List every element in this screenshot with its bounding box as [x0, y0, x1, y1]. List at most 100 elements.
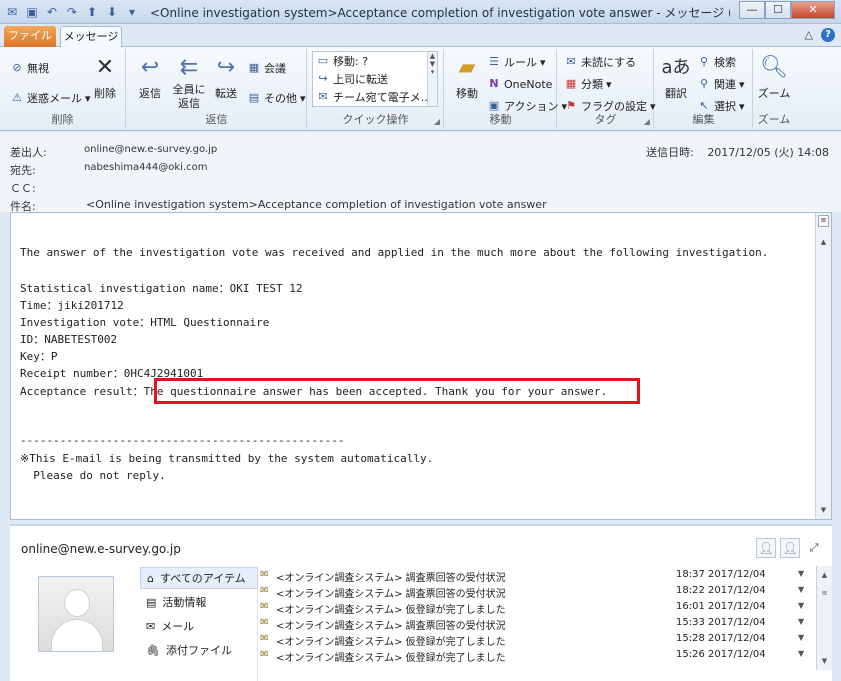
nav-attachments[interactable]: 🖇︎ 添付ファイル	[140, 639, 258, 661]
body-scrollbar[interactable]: ≡ ▲ ▼	[815, 213, 831, 519]
window-controls: — ☐ ✕	[739, 1, 835, 19]
chevron-down-icon[interactable]: ▼	[798, 601, 804, 610]
title-bar: ✉ ▣ ↶ ↷ ⬆ ⬇ ▾ <Online investigation syst…	[0, 0, 841, 24]
list-item[interactable]: ✉ <オンライン調査システム> 調査票回答の受付状況 18:37 2017/12…	[260, 568, 812, 584]
expand-icon[interactable]: ⤢	[804, 541, 824, 555]
sent-value: 2017/12/05 (火) 14:08	[707, 146, 829, 159]
quick-team-email[interactable]: ✉ チーム宛て電子メ…	[316, 88, 431, 106]
scroll-thumb-icon[interactable]: ≡	[817, 586, 832, 600]
mail-list-scrollbar[interactable]: ▲ ≡ ▼	[816, 566, 832, 670]
find-button[interactable]: ⚲ 検索	[697, 53, 736, 71]
to-label: 宛先:	[10, 164, 36, 177]
chevron-down-icon: ▾	[540, 55, 546, 69]
down-arrow-icon[interactable]: ⬇	[104, 4, 120, 20]
message-body[interactable]: The answer of the investigation vote was…	[10, 212, 832, 520]
chevron-down-icon[interactable]: ▼	[798, 649, 804, 658]
people-nav: ⌂ すべてのアイテム ▤ 活動情報 ✉ メール 🖇︎ 添付ファイル	[140, 566, 258, 681]
chevron-down-icon[interactable]: ▼	[798, 617, 804, 626]
group-quick-steps: ▭ 移動: ? ↪ 上司に転送 ✉ チーム宛て電子メ… ▲ ▼ ▾ クイック操作 ◢	[308, 49, 444, 129]
meeting-button[interactable]: ▦ 会議	[247, 59, 286, 77]
nav-all-items[interactable]: ⌂ すべてのアイテム	[140, 567, 258, 589]
list-item[interactable]: ✉ <オンライン調査システム> 仮登録が完了しました 16:01 2017/12…	[260, 600, 812, 616]
rules-icon: ☰	[489, 55, 499, 68]
up-arrow-icon[interactable]: ⬆	[84, 4, 100, 20]
sent-date: 送信日時: 2017/12/05 (火) 14:08	[646, 144, 829, 160]
save-icon[interactable]: ▣	[24, 4, 40, 20]
categorize-button[interactable]: ▦ 分類 ▾	[564, 75, 612, 93]
ribbon-controls: △ ?	[805, 28, 835, 42]
delete-button[interactable]: ✕ 削除	[88, 53, 122, 101]
chevron-down-icon[interactable]: ▼	[798, 633, 804, 642]
avatar	[38, 576, 114, 652]
list-item[interactable]: ✉ <オンライン調査システム> 調査票回答の受付状況 18:22 2017/12…	[260, 584, 812, 600]
mark-unread-button[interactable]: ✉ 未読にする	[564, 53, 636, 71]
message-body-text: The answer of the investigation vote was…	[20, 213, 815, 519]
scroll-down-icon[interactable]: ▼	[817, 654, 832, 668]
contact-email[interactable]: online@new.e-survey.go.jp	[21, 542, 181, 556]
quick-steps-scroll[interactable]: ▲ ▼ ▾	[427, 52, 437, 106]
zoom-button[interactable]: 🔍︎ ズーム	[756, 53, 792, 101]
onenote-button[interactable]: N OneNote	[487, 75, 552, 93]
onenote-icon: N	[489, 77, 499, 90]
group-move: ▰ 移動 ☰ ルール ▾ N OneNote ▣ アクション ▾ 移動	[445, 49, 567, 129]
to-address[interactable]: nabeshima444@oki.com	[84, 162, 207, 173]
group-label-delete: 削除	[51, 113, 74, 126]
envelope-icon: ✉	[260, 569, 269, 580]
body-line: ----------------------------------------…	[20, 434, 345, 447]
group-tags: ✉ 未読にする ▦ 分類 ▾ ⚑ フラグの設定 ▾ タグ ◢	[558, 49, 656, 129]
minimize-button[interactable]: —	[739, 1, 765, 19]
related-button[interactable]: ⚲ 関連 ▾	[697, 75, 745, 93]
customize-icon[interactable]: ▾	[124, 4, 140, 20]
list-item[interactable]: ✉ <オンライン調査システム> 仮登録が完了しました 15:26 2017/12…	[260, 648, 812, 664]
list-item[interactable]: ✉ <オンライン調査システム> 仮登録が完了しました 15:28 2017/12…	[260, 632, 812, 648]
tab-file[interactable]: ファイル	[4, 26, 56, 47]
scroll-up-icon[interactable]: ▲	[817, 568, 832, 582]
dialog-launcher-icon[interactable]: ◢	[644, 117, 650, 126]
scroll-up-icon[interactable]: ▲	[816, 235, 831, 249]
more-reply-button[interactable]: ▤ その他 ▾	[247, 89, 306, 107]
ignore-icon: ⊘	[12, 61, 22, 74]
dialog-launcher-icon[interactable]: ◢	[434, 117, 440, 126]
tab-message[interactable]: メッセージ	[60, 26, 122, 47]
group-label-tags: タグ	[594, 113, 617, 126]
quick-move-to[interactable]: ▭ 移動: ?	[316, 52, 368, 70]
unread-icon: ✉	[566, 55, 576, 68]
move-button[interactable]: ▰ 移動	[449, 53, 485, 101]
junk-button[interactable]: ⚠ 迷惑メール ▾	[10, 89, 90, 107]
chevron-down-icon: ▾	[606, 77, 612, 91]
ignore-button[interactable]: ⊘ 無視	[10, 59, 49, 77]
subject-text: <Online investigation system>Acceptance …	[86, 198, 547, 211]
group-delete: ⊘ 無視 ⚠ 迷惑メール ▾ ✕ 削除 削除	[0, 49, 126, 129]
forward-button[interactable]: ↪ 転送	[209, 53, 243, 101]
reply-button[interactable]: ↩ 返信	[133, 53, 167, 101]
quick-steps-gallery: ▭ 移動: ? ↪ 上司に転送 ✉ チーム宛て電子メ… ▲ ▼ ▾	[312, 51, 438, 107]
mail-list: ✉ <オンライン調査システム> 調査票回答の受付状況 18:37 2017/12…	[260, 566, 812, 681]
rules-button[interactable]: ☰ ルール ▾	[487, 53, 546, 71]
quick-to-manager[interactable]: ↪ 上司に転送	[316, 70, 388, 88]
list-item[interactable]: ✉ <オンライン調査システム> 調査票回答の受付状況 15:33 2017/12…	[260, 616, 812, 632]
collapse-ribbon-icon[interactable]: △	[805, 28, 813, 42]
translate-button[interactable]: aあ 翻訳	[659, 53, 693, 101]
folder-move-icon: ▰	[458, 55, 476, 80]
reply-icon: ↩	[140, 55, 160, 80]
chevron-down-icon[interactable]: ▼	[798, 585, 804, 594]
body-line: ID：NABETEST002	[20, 333, 118, 346]
reply-all-button[interactable]: ⇇ 全員に 返信	[169, 53, 209, 111]
maximize-button[interactable]: ☐	[765, 1, 791, 19]
body-scroll-thumb[interactable]: ≡	[818, 215, 829, 227]
nav-mail[interactable]: ✉ メール	[140, 615, 258, 637]
add-contact-icon[interactable]: 👤︎	[780, 538, 800, 558]
redo-icon[interactable]: ↷	[64, 4, 80, 20]
scroll-down-icon[interactable]: ▼	[816, 503, 831, 517]
help-icon[interactable]: ?	[821, 28, 835, 42]
contact-card-icon[interactable]: 👤︎	[756, 538, 776, 558]
window-title: <Online investigation system>Acceptance …	[150, 6, 730, 20]
nav-activity[interactable]: ▤ 活動情報	[140, 591, 258, 613]
acceptance-highlight	[154, 378, 640, 404]
envelope-icon: ✉	[260, 649, 269, 660]
chevron-down-icon[interactable]: ▼	[798, 569, 804, 578]
from-address[interactable]: online@new.e-survey.go.jp	[84, 144, 217, 155]
close-button[interactable]: ✕	[791, 1, 835, 19]
category-icon: ▦	[565, 77, 577, 90]
undo-icon[interactable]: ↶	[44, 4, 60, 20]
